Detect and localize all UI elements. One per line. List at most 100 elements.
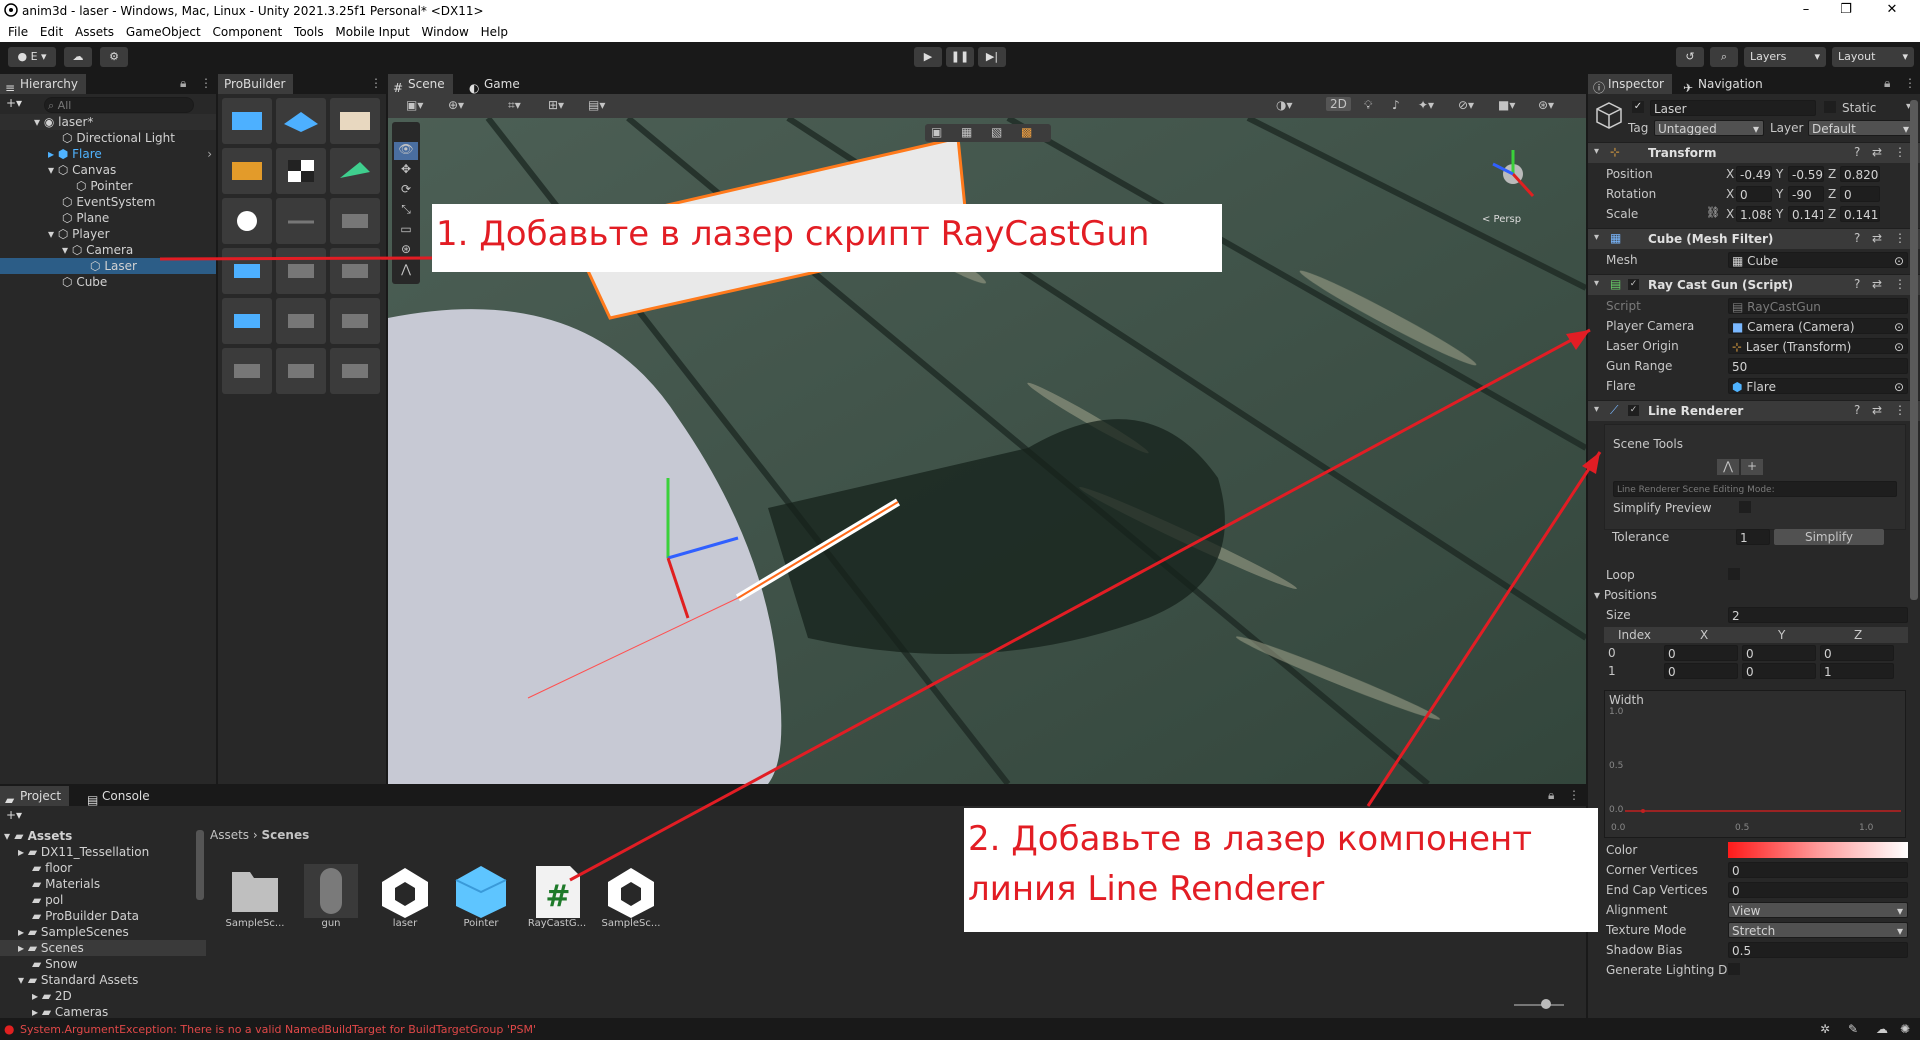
enabled-checkbox[interactable]: ✓ [1628, 279, 1639, 290]
hierarchy-item-camera[interactable]: ▾ ⬡ Camera [0, 242, 216, 258]
gizmos-icon[interactable]: ⊛▾ [1538, 98, 1554, 112]
static-checkbox[interactable] [1824, 101, 1836, 113]
hierarchy-item-canvas[interactable]: ▾ ⬡ Canvas [0, 162, 216, 178]
smoothing-button[interactable] [330, 98, 380, 144]
position-y-input[interactable]: -0.59 [1788, 166, 1824, 182]
corner-vertices-input[interactable]: 0 [1728, 862, 1908, 878]
mesh-field[interactable]: ▦ Cube ⊙ [1728, 252, 1908, 268]
loop-checkbox[interactable] [1728, 568, 1740, 580]
chevron-right-icon[interactable]: › [207, 146, 212, 162]
end-cap-vertices-input[interactable]: 0 [1728, 882, 1908, 898]
lock-icon[interactable]: 🔒︎ [1884, 76, 1890, 91]
hierarchy-item-laser[interactable]: ⬡ Laser [0, 258, 216, 274]
simplify-preview-checkbox[interactable] [1739, 501, 1751, 513]
menu-edit[interactable]: Edit [40, 25, 63, 39]
lighting-icon[interactable]: 💡︎ [1364, 98, 1372, 113]
zoom-slider-handle[interactable] [1541, 999, 1551, 1009]
more-menu-icon[interactable]: ⋮ [1894, 277, 1906, 291]
tab-navigation[interactable]: ✈ Navigation [1678, 74, 1771, 95]
pos-x-input[interactable]: 0 [1664, 645, 1738, 661]
tree-item-standard-assets[interactable]: ▾ ▰ Standard Assets [0, 972, 206, 988]
laser-origin-field[interactable]: ⊹ Laser (Transform) ⊙ [1728, 338, 1908, 354]
link-icon[interactable]: ⛓ [1706, 206, 1720, 219]
persp-label[interactable]: < Persp [1482, 214, 1521, 225]
custom-tool-icon[interactable]: ⋀ [394, 262, 418, 280]
tree-item-scenes[interactable]: ▸ ▰ Scenes [0, 940, 206, 956]
new-shape-button[interactable] [222, 98, 272, 144]
hierarchy-item-plane[interactable]: ⬡ Plane [0, 210, 216, 226]
pos-x-input[interactable]: 0 [1664, 663, 1738, 679]
preset-icon[interactable]: ⇄ [1872, 277, 1882, 291]
hierarchy-item-player[interactable]: ▾ ⬡ Player [0, 226, 216, 242]
scale-x-input[interactable]: 1.0882 [1736, 206, 1772, 222]
minimize-button[interactable]: – [1786, 2, 1826, 17]
simplify-button[interactable]: Simplify [1774, 529, 1884, 545]
tolerance-input[interactable]: 1 [1736, 529, 1770, 545]
layout-dropdown[interactable]: Layout ▾ [1832, 47, 1914, 67]
object-picker-icon[interactable]: ⊙ [1894, 319, 1904, 333]
shadow-bias-input[interactable]: 0.5 [1728, 942, 1908, 958]
menu-window[interactable]: Window [422, 25, 469, 39]
more-menu-icon[interactable]: ⋮ [1894, 231, 1906, 245]
rect-tool-icon[interactable]: ▭ [394, 222, 418, 240]
tree-item-pol[interactable]: ▰ pol [0, 892, 206, 908]
breadcrumb-scenes[interactable]: Scenes [262, 828, 310, 842]
tree-item-dx11[interactable]: ▸ ▰ DX11_Tessellation [0, 844, 206, 860]
asset-samplescene[interactable]: SampleSc... [596, 862, 666, 929]
raycast-gun-header[interactable]: ▾ ▤ ✓ Ray Cast Gun (Script) ? ⇄ ⋮ [1588, 274, 1920, 295]
shading-icon[interactable]: ◑▾ [1276, 98, 1293, 112]
selection-button[interactable] [222, 198, 272, 244]
position-x-input[interactable]: -0.49 [1736, 166, 1772, 182]
draw-mode-icon[interactable]: ▣▾ [406, 98, 423, 112]
rotation-x-input[interactable]: 0 [1736, 186, 1772, 202]
player-camera-field[interactable]: ■ Camera (Camera) ⊙ [1728, 318, 1908, 334]
more-menu-icon[interactable]: ⋮ [1568, 788, 1580, 802]
pos-z-input[interactable]: 0 [1820, 645, 1894, 661]
line-renderer-header[interactable]: ▾ ⟋ ✓ Line Renderer ? ⇄ ⋮ [1588, 400, 1920, 421]
preset-icon[interactable]: ⇄ [1872, 145, 1882, 159]
pause-button[interactable]: ❚❚ [946, 47, 974, 67]
hierarchy-item-flare[interactable]: ▸ ⬢ Flare › [0, 146, 216, 162]
gun-range-input[interactable]: 50 [1728, 358, 1908, 374]
grid-icon[interactable]: ⊞▾ [548, 98, 564, 112]
increment-icon[interactable]: ▤▾ [588, 98, 605, 112]
transform-tool-icon[interactable]: ⊛ [394, 242, 418, 260]
menu-component[interactable]: Component [213, 25, 283, 39]
tab-game[interactable]: ◐ Game [464, 74, 528, 95]
lock-icon[interactable]: 🔒︎ [1548, 788, 1554, 803]
pos-y-input[interactable]: 0 [1742, 663, 1816, 679]
object-picker-icon[interactable]: ⊙ [1894, 253, 1904, 267]
more-menu-icon[interactable]: ⋮ [1894, 403, 1906, 417]
tab-hierarchy[interactable]: ≡ Hierarchy [0, 74, 87, 95]
transform-header[interactable]: ▾ ⊹ Transform ? ⇄ ⋮ [1588, 142, 1920, 163]
foldout-icon[interactable]: ▾ [1594, 232, 1599, 243]
cloud-icon[interactable]: ☁ [64, 47, 92, 67]
zoom-slider[interactable] [1514, 1004, 1564, 1006]
pos-y-input[interactable]: 0 [1742, 645, 1816, 661]
close-button[interactable]: ✕ [1872, 2, 1912, 17]
foldout-icon[interactable]: ▾ [1594, 404, 1599, 415]
tree-item-materials[interactable]: ▰ Materials [0, 876, 206, 892]
hierarchy-item-eventsystem[interactable]: ⬡ EventSystem [0, 194, 216, 210]
edit-points-icon[interactable]: ⋀ [1717, 459, 1739, 475]
view-tool-icon[interactable]: 👁︎ [394, 142, 418, 160]
tab-probuilder[interactable]: ProBuilder [218, 74, 294, 94]
tree-item-samplescenes[interactable]: ▸ ▰ SampleScenes [0, 924, 206, 940]
create-asset-button[interactable]: +▾ [6, 808, 22, 822]
active-checkbox[interactable]: ✓ [1632, 101, 1644, 113]
select-path-button[interactable] [276, 198, 326, 244]
tree-scrollbar[interactable] [196, 830, 204, 900]
tree-item-floor[interactable]: ▰ floor [0, 860, 206, 876]
color-gradient-field[interactable] [1728, 842, 1908, 858]
mirror-button[interactable] [330, 298, 380, 344]
shape-tool-button[interactable] [330, 198, 380, 244]
object-picker-icon[interactable]: ⊙ [1894, 339, 1904, 353]
asset-laser[interactable]: laser [370, 862, 440, 929]
foldout-icon[interactable]: ▾ [1594, 278, 1599, 289]
scale-z-input[interactable]: 0.1415 [1840, 206, 1880, 222]
status-error-text[interactable]: System.ArgumentException: There is no a … [20, 1023, 536, 1036]
layer-dropdown[interactable]: Default ▾ [1808, 120, 1914, 136]
maximize-button[interactable]: ❐ [1826, 2, 1866, 17]
more-menu-icon[interactable]: ⋮ [370, 76, 382, 90]
preset-icon[interactable]: ⇄ [1872, 231, 1882, 245]
